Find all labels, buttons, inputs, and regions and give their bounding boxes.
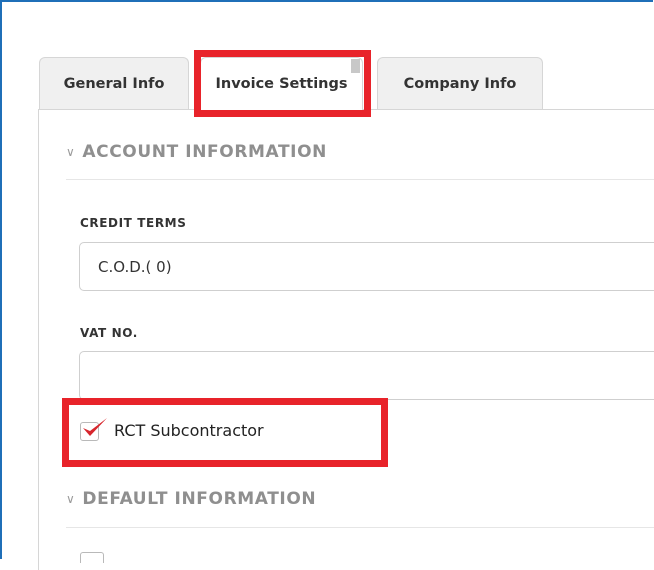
- chevron-down-icon: ∨: [66, 145, 76, 159]
- highlight-box-tab: [194, 50, 371, 117]
- credit-terms-value: C.O.D.( 0): [98, 257, 172, 276]
- section-divider: [66, 179, 654, 180]
- section-default-title: DEFAULT INFORMATION: [82, 489, 317, 509]
- tab-company-info[interactable]: Company Info: [377, 57, 543, 109]
- section-account-title: ACCOUNT INFORMATION: [82, 142, 327, 162]
- chevron-down-icon: ∨: [66, 492, 76, 506]
- vat-number-input[interactable]: [79, 351, 654, 400]
- section-account-information[interactable]: ∨ ACCOUNT INFORMATION: [66, 142, 327, 162]
- tab-general-info-label: General Info: [63, 75, 165, 92]
- section-divider: [66, 527, 654, 528]
- section-default-information[interactable]: ∨ DEFAULT INFORMATION: [66, 489, 316, 509]
- credit-terms-label: CREDIT TERMS: [80, 216, 187, 230]
- tab-company-info-label: Company Info: [403, 75, 517, 92]
- highlight-box-checkbox: [62, 398, 388, 467]
- checkbox-partial[interactable]: [80, 552, 104, 563]
- credit-terms-select[interactable]: C.O.D.( 0): [79, 242, 654, 291]
- vat-number-label: VAT NO.: [80, 326, 138, 340]
- tab-general-info[interactable]: General Info: [39, 57, 189, 109]
